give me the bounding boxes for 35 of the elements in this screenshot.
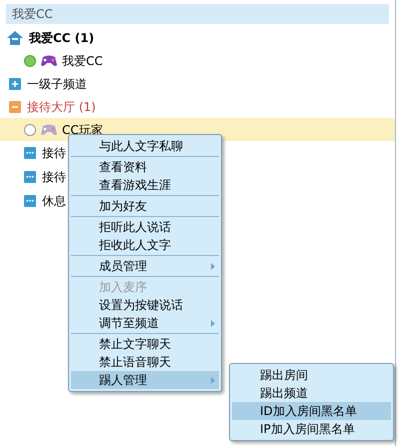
menu-item[interactable]: 拒听此人说话 bbox=[71, 218, 219, 236]
menu-item[interactable]: 拒收此人文字 bbox=[71, 236, 219, 254]
channel-name[interactable]: 接待 bbox=[42, 144, 66, 162]
menu-item[interactable]: 查看游戏生涯 bbox=[71, 176, 219, 194]
menu-item[interactable]: 禁止语音聊天 bbox=[71, 353, 219, 371]
menu-item[interactable]: 调节至频道 bbox=[71, 314, 219, 332]
gamepad-icon bbox=[40, 54, 58, 68]
submenu-arrow-icon bbox=[211, 320, 215, 326]
expand-icon[interactable] bbox=[9, 78, 21, 90]
menu-item[interactable]: 查看资料 bbox=[71, 158, 219, 176]
menu-item[interactable]: 踢出频道 bbox=[232, 384, 391, 402]
channel-name[interactable]: 休息 bbox=[42, 192, 66, 210]
menu-item[interactable]: 踢人管理 bbox=[71, 371, 219, 389]
submenu-arrow-icon bbox=[211, 376, 215, 384]
menu-item[interactable]: 加为好友 bbox=[71, 197, 219, 215]
gamepad-icon bbox=[40, 122, 58, 136]
menu-item[interactable]: ID加入房间黑名单 bbox=[232, 402, 391, 420]
menu-item[interactable]: 禁止文字聊天 bbox=[71, 335, 219, 353]
channel-icon bbox=[24, 147, 36, 159]
submenu-arrow-icon bbox=[211, 262, 215, 270]
panel-header: 我爱CC bbox=[6, 4, 389, 24]
user-name: 我爱CC bbox=[62, 52, 103, 70]
menu-item[interactable]: IP加入房间黑名单 bbox=[232, 420, 391, 438]
menu-item[interactable]: 设置为按键说话 bbox=[71, 296, 219, 314]
channel-name[interactable]: 接待大厅 (1) bbox=[27, 98, 96, 116]
channel-name[interactable]: 一级子频道 bbox=[27, 74, 87, 92]
channel-name[interactable]: 接待 bbox=[42, 168, 66, 186]
channel-icon bbox=[24, 195, 36, 207]
home-icon bbox=[7, 30, 23, 44]
menu-item[interactable]: 踢出房间 bbox=[232, 366, 391, 384]
channel-icon bbox=[24, 171, 36, 183]
collapse-icon[interactable] bbox=[9, 100, 21, 112]
room-name[interactable]: 我爱CC (1) bbox=[29, 28, 94, 46]
menu-item[interactable]: 成员管理 bbox=[71, 257, 219, 275]
user-row[interactable]: 我爱CC bbox=[0, 49, 395, 72]
